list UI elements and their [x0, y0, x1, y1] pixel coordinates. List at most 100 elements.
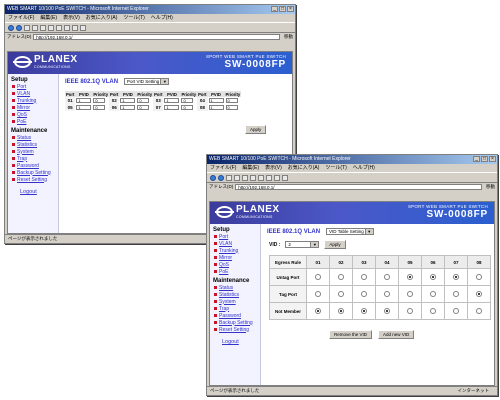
sidebar-item-label[interactable]: Trunking	[219, 248, 238, 254]
priority-input[interactable]: 0	[225, 105, 238, 110]
pvid-input[interactable]: 1	[164, 105, 180, 110]
egress-radio[interactable]	[453, 307, 459, 314]
egress-radio[interactable]	[430, 273, 436, 280]
egress-radio[interactable]	[384, 290, 390, 297]
menu-item[interactable]: 表示(V)	[265, 164, 282, 172]
sidebar-item-password[interactable]: Password	[8, 162, 58, 169]
priority-input[interactable]: 0	[137, 105, 150, 110]
sidebar-item-label[interactable]: Password	[17, 163, 39, 169]
egress-radio[interactable]	[476, 307, 482, 314]
priority-input[interactable]: 0	[137, 98, 150, 103]
egress-radio[interactable]	[315, 290, 321, 297]
refresh-icon[interactable]	[32, 24, 38, 31]
priority-input[interactable]: 0	[93, 98, 106, 103]
egress-radio[interactable]	[407, 273, 413, 280]
egress-radio[interactable]	[430, 290, 436, 297]
forward-icon[interactable]	[218, 174, 224, 181]
print-icon[interactable]	[80, 24, 86, 31]
egress-radio[interactable]	[338, 307, 344, 314]
back-icon[interactable]	[210, 174, 216, 181]
mail-icon[interactable]	[72, 24, 78, 31]
sidebar-item-system[interactable]: System	[8, 148, 58, 155]
sidebar-item-status[interactable]: Status	[210, 284, 260, 291]
stop-icon[interactable]	[226, 174, 232, 181]
menu-item[interactable]: お気に入り(A)	[86, 14, 118, 22]
sidebar-item-label[interactable]: Trap	[219, 306, 229, 312]
vid-select[interactable]: 2	[285, 241, 320, 248]
sidebar-item-statistics[interactable]: Statistics	[8, 141, 58, 148]
egress-radio[interactable]	[315, 307, 321, 314]
forward-icon[interactable]	[16, 24, 22, 31]
stop-icon[interactable]	[24, 24, 30, 31]
sidebar-item-mirror[interactable]: Mirror	[8, 104, 58, 111]
sidebar-item-label[interactable]: Port	[219, 234, 228, 240]
sidebar-item-status[interactable]: Status	[8, 134, 58, 141]
priority-input[interactable]: 0	[93, 105, 106, 110]
remove-vid-button[interactable]: Remove the VID	[329, 330, 373, 339]
egress-radio[interactable]	[453, 273, 459, 280]
close-button[interactable]: ×	[287, 6, 294, 12]
pvid-input[interactable]: 1	[120, 98, 136, 103]
sidebar-item-label[interactable]: Reset Setting	[219, 327, 249, 333]
go-button[interactable]: 移動	[484, 184, 497, 190]
sidebar-item-password[interactable]: Password	[210, 312, 260, 319]
menu-item[interactable]: 編集(E)	[40, 14, 57, 22]
go-button[interactable]: 移動	[282, 34, 295, 40]
sidebar-item-trunking[interactable]: Trunking	[210, 247, 260, 254]
home-icon[interactable]	[40, 24, 46, 31]
menu-item[interactable]: ファイル(F)	[8, 14, 34, 22]
logout-link[interactable]: Logout	[222, 339, 260, 345]
sidebar-item-label[interactable]: QoS	[219, 262, 229, 268]
sidebar-item-label[interactable]: Statistics	[219, 292, 239, 298]
sidebar-item-label[interactable]: Backup Setting	[17, 170, 51, 176]
search-icon[interactable]	[250, 174, 256, 181]
sidebar-item-statistics[interactable]: Statistics	[210, 291, 260, 298]
sidebar-item-trap[interactable]: Trap	[210, 305, 260, 312]
pvid-input[interactable]: 1	[208, 98, 224, 103]
close-button[interactable]: ×	[489, 156, 496, 162]
sidebar-item-label[interactable]: Mirror	[219, 255, 232, 261]
sidebar-item-label[interactable]: System	[219, 299, 236, 305]
sidebar-item-poe[interactable]: PoE	[210, 268, 260, 275]
favorites-icon[interactable]	[258, 174, 264, 181]
menu-item[interactable]: ヘルプ(H)	[353, 164, 375, 172]
mode-select[interactable]: VID Table Setting	[326, 228, 374, 235]
sidebar-item-label[interactable]: Statistics	[17, 142, 37, 148]
sidebar-item-label[interactable]: Status	[17, 135, 31, 141]
priority-input[interactable]: 0	[225, 98, 238, 103]
sidebar-item-reset-setting[interactable]: Reset Setting	[210, 326, 260, 333]
egress-radio[interactable]	[338, 273, 344, 280]
address-input[interactable]: http://192.168.0.1/	[33, 34, 280, 40]
sidebar-item-qos[interactable]: QoS	[8, 111, 58, 118]
egress-radio[interactable]	[361, 290, 367, 297]
pvid-input[interactable]: 1	[76, 98, 92, 103]
menu-item[interactable]: 表示(V)	[63, 14, 80, 22]
home-icon[interactable]	[242, 174, 248, 181]
sidebar-item-label[interactable]: VLAN	[17, 91, 30, 97]
mode-select[interactable]: Port VID Setting	[124, 78, 170, 85]
egress-radio[interactable]	[361, 307, 367, 314]
sidebar-item-system[interactable]: System	[210, 298, 260, 305]
sidebar-item-label[interactable]: Trunking	[17, 98, 36, 104]
sidebar-item-label[interactable]: PoE	[219, 269, 228, 275]
egress-radio[interactable]	[361, 273, 367, 280]
sidebar-item-label[interactable]: Password	[219, 313, 241, 319]
print-icon[interactable]	[282, 174, 288, 181]
address-input[interactable]: http://192.168.0.1/	[235, 184, 482, 190]
pvid-input[interactable]: 1	[120, 105, 136, 110]
egress-radio[interactable]	[476, 273, 482, 280]
maximize-button[interactable]: □	[481, 156, 488, 162]
pvid-input[interactable]: 1	[164, 98, 180, 103]
history-icon[interactable]	[64, 24, 70, 31]
sidebar-item-vlan[interactable]: VLAN	[210, 240, 260, 247]
minimize-button[interactable]: _	[271, 6, 278, 12]
sidebar-item-label[interactable]: System	[17, 149, 34, 155]
vid-apply-button[interactable]: Apply	[324, 240, 346, 249]
sidebar-item-port[interactable]: Port	[210, 233, 260, 240]
sidebar-item-backup-setting[interactable]: Backup Setting	[8, 169, 58, 176]
sidebar-item-label[interactable]: QoS	[17, 112, 27, 118]
sidebar-item-label[interactable]: VLAN	[219, 241, 232, 247]
menu-item[interactable]: ヘルプ(H)	[151, 14, 173, 22]
apply-button[interactable]: Apply	[245, 125, 267, 134]
sidebar-item-trap[interactable]: Trap	[8, 155, 58, 162]
